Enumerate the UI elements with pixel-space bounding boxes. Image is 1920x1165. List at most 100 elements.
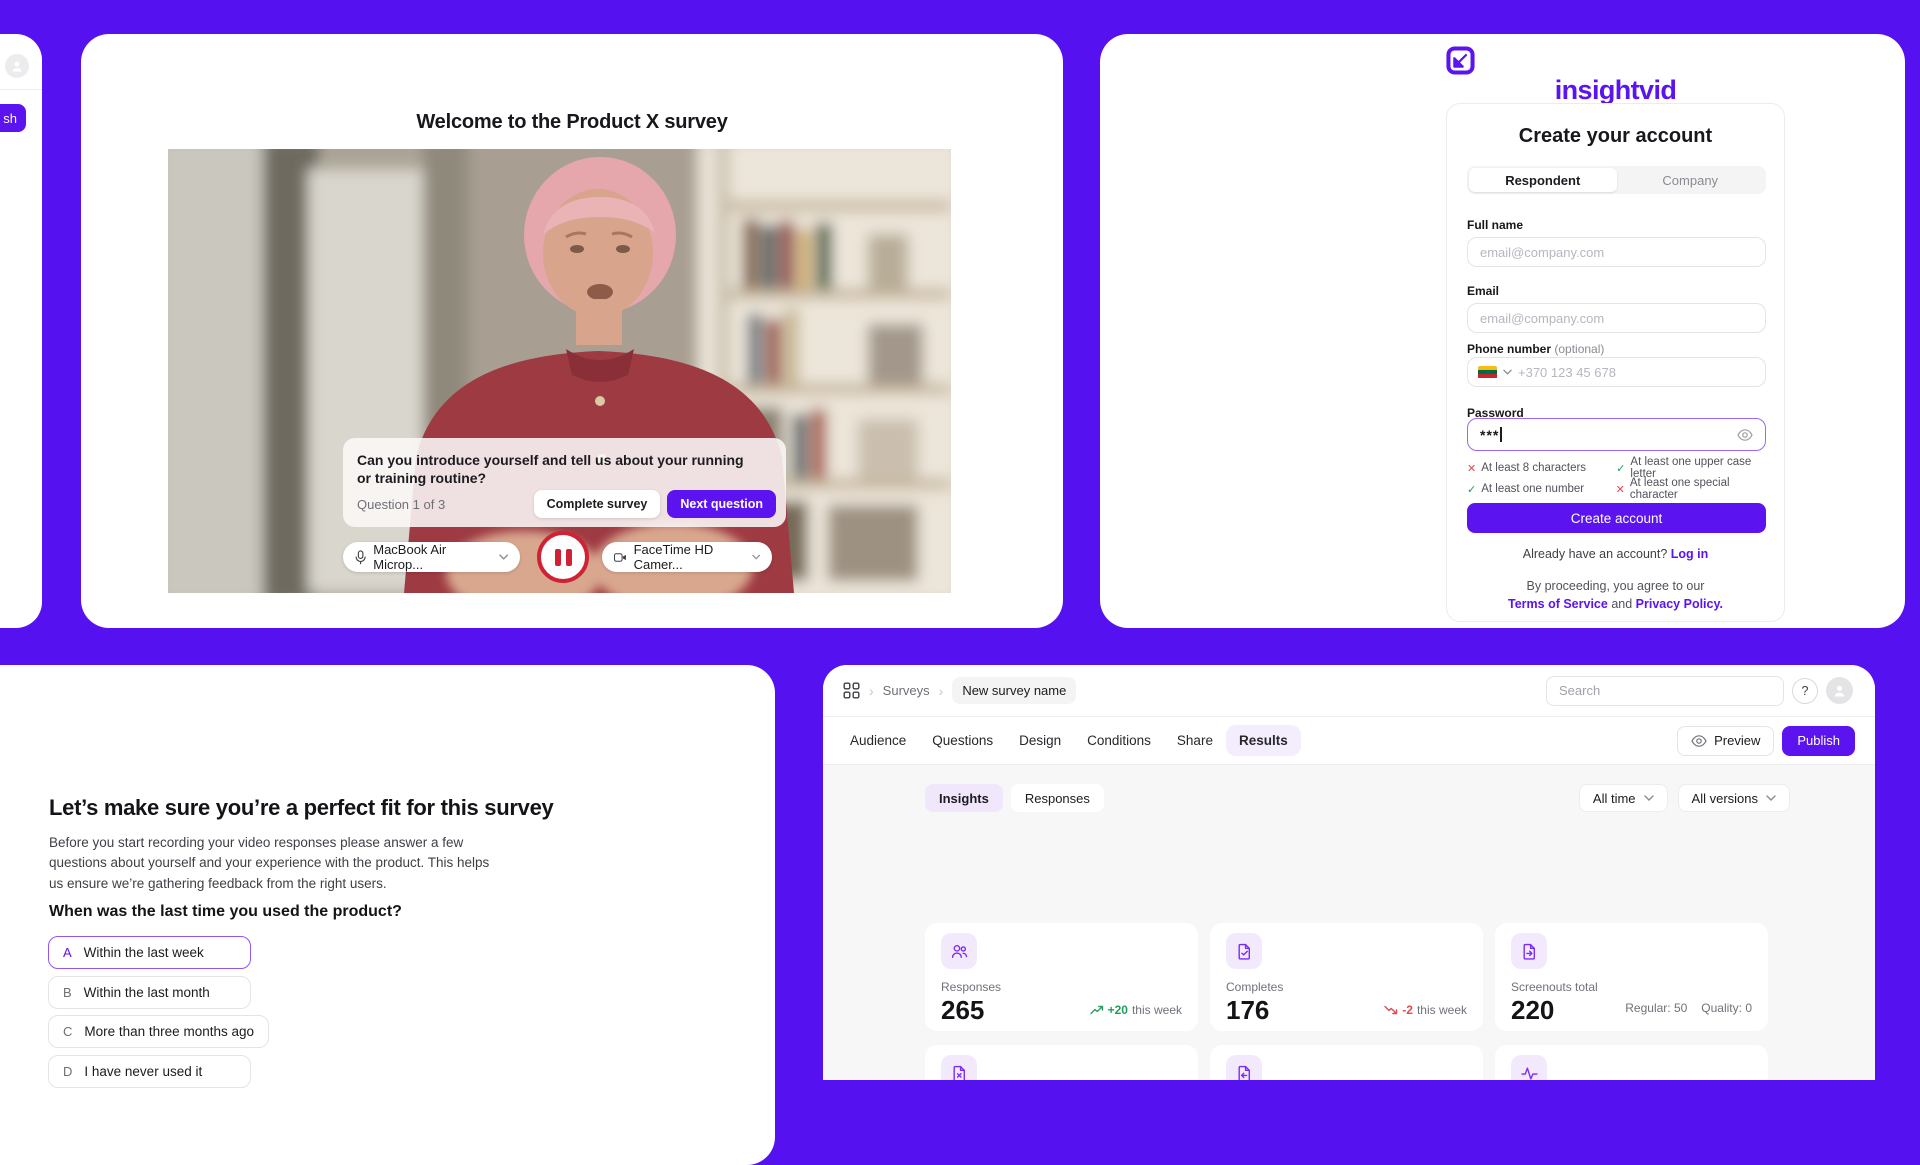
survey-recorder-card: Welcome to the Product X survey bbox=[81, 34, 1063, 628]
login-row: Already have an account? Log in bbox=[1447, 547, 1784, 561]
breadcrumb-surveys[interactable]: Surveys bbox=[883, 683, 930, 698]
tab-questions[interactable]: Questions bbox=[919, 725, 1006, 756]
account-type-switch: Respondent Company bbox=[1467, 166, 1766, 194]
pause-recording-button[interactable] bbox=[537, 531, 589, 583]
stat-label: Responses bbox=[941, 980, 1182, 994]
tab-design[interactable]: Design bbox=[1006, 725, 1074, 756]
pause-icon bbox=[555, 549, 561, 566]
edge-cut-panel: sh bbox=[0, 34, 42, 628]
password-value: *** bbox=[1480, 427, 1499, 443]
chevron-right-icon: › bbox=[869, 683, 874, 699]
show-password-icon[interactable] bbox=[1737, 429, 1753, 441]
trend-up-icon bbox=[1090, 1005, 1104, 1015]
option-label: I have never used it bbox=[84, 1064, 202, 1079]
log-in-link[interactable]: Log in bbox=[1671, 547, 1709, 561]
email-input[interactable] bbox=[1467, 303, 1766, 333]
stat-label: Screenouts total bbox=[1511, 980, 1752, 994]
screener-card: Let’s make sure you’re a perfect fit for… bbox=[0, 665, 775, 1165]
video-preview: Can you introduce yourself and tell us a… bbox=[168, 149, 951, 593]
create-account-button[interactable]: Create account bbox=[1467, 503, 1766, 533]
logo-mark-icon bbox=[1446, 46, 1475, 75]
tab-conditions[interactable]: Conditions bbox=[1074, 725, 1164, 756]
breadcrumb-current[interactable]: New survey name bbox=[952, 677, 1076, 704]
version-filter-dropdown[interactable]: All versions bbox=[1678, 784, 1790, 812]
brand-logo: insightvid bbox=[1446, 46, 1785, 106]
phone-label: Phone number (optional) bbox=[1467, 342, 1604, 356]
option-d[interactable]: D I have never used it bbox=[48, 1055, 251, 1088]
toggle-insights[interactable]: Insights bbox=[925, 784, 1003, 812]
results-dashboard: › Surveys › New survey name ? Audience Q… bbox=[823, 665, 1875, 1080]
avatar[interactable] bbox=[5, 54, 29, 78]
stat-card-responses: Responses 265 +20this week bbox=[925, 923, 1198, 1031]
option-a[interactable]: A Within the last week bbox=[48, 936, 251, 969]
next-question-button[interactable]: Next question bbox=[667, 490, 776, 518]
avatar[interactable] bbox=[1826, 677, 1853, 704]
option-b[interactable]: B Within the last month bbox=[48, 976, 251, 1009]
camera-select[interactable]: FaceTime HD Camer... bbox=[602, 542, 772, 572]
publish-button-partial[interactable]: sh bbox=[0, 104, 26, 132]
stat-card-screenouts: Screenouts total 220 Regular: 50Quality:… bbox=[1495, 923, 1768, 1031]
survey-title: Welcome to the Product X survey bbox=[81, 111, 1063, 134]
chevron-down-icon bbox=[499, 554, 508, 560]
phone-optional-hint: (optional) bbox=[1554, 342, 1604, 356]
check-icon: ✓ bbox=[1616, 462, 1625, 475]
eye-icon bbox=[1691, 735, 1707, 747]
divider bbox=[0, 89, 42, 90]
search-input[interactable] bbox=[1546, 676, 1784, 706]
stat-card-dropouts: Dropouts 176 +5this week bbox=[1210, 1045, 1483, 1080]
tab-audience[interactable]: Audience bbox=[837, 725, 919, 756]
option-label: More than three months ago bbox=[84, 1024, 254, 1039]
tab-company[interactable]: Company bbox=[1617, 168, 1765, 192]
help-button[interactable]: ? bbox=[1792, 678, 1818, 704]
full-name-input[interactable] bbox=[1467, 237, 1766, 267]
terms-of-service-link[interactable]: Terms of Service bbox=[1508, 597, 1608, 611]
pulse-icon bbox=[1521, 1065, 1538, 1081]
question-overlay: Can you introduce yourself and tell us a… bbox=[343, 438, 786, 527]
cross-icon: ✕ bbox=[1467, 462, 1476, 475]
apps-grid-icon[interactable] bbox=[843, 682, 860, 699]
phone-input[interactable]: +370 123 45 678 bbox=[1467, 357, 1766, 387]
publish-button[interactable]: Publish bbox=[1782, 726, 1855, 756]
stat-card-incidence-rate: Incidence rate 78% +2%this week bbox=[1495, 1045, 1768, 1080]
terms-text: By proceeding, you agree to our Terms of… bbox=[1447, 577, 1784, 613]
privacy-policy-link[interactable]: Privacy Policy. bbox=[1636, 597, 1723, 611]
microphone-select[interactable]: MacBook Air Microp... bbox=[343, 542, 520, 572]
option-label: Within the last month bbox=[84, 985, 210, 1000]
screener-heading: Let’s make sure you’re a perfect fit for… bbox=[49, 795, 553, 821]
email-label: Email bbox=[1467, 284, 1499, 298]
screener-description: Before you start recording your video re… bbox=[49, 833, 504, 894]
tab-results[interactable]: Results bbox=[1226, 725, 1301, 756]
file-arrow-out-icon bbox=[1521, 943, 1538, 960]
brand-name: insightvid bbox=[1555, 75, 1677, 105]
option-letter: C bbox=[63, 1024, 72, 1039]
tab-share[interactable]: Share bbox=[1164, 725, 1226, 756]
option-label: Within the last week bbox=[84, 945, 204, 960]
form-heading: Create your account bbox=[1447, 125, 1784, 148]
phone-placeholder: +370 123 45 678 bbox=[1518, 365, 1616, 380]
preview-button[interactable]: Preview bbox=[1677, 726, 1774, 756]
text-caret bbox=[1500, 427, 1502, 442]
time-filter-dropdown[interactable]: All time bbox=[1579, 784, 1668, 812]
chevron-down-icon bbox=[1644, 795, 1654, 801]
tab-respondent[interactable]: Respondent bbox=[1469, 168, 1617, 192]
option-c[interactable]: C More than three months ago bbox=[48, 1015, 269, 1048]
chevron-right-icon: › bbox=[939, 683, 944, 699]
option-letter: B bbox=[63, 985, 72, 1000]
people-icon bbox=[951, 943, 968, 960]
stat-note: Regular: 50Quality: 0 bbox=[1625, 1001, 1752, 1015]
microphone-label: MacBook Air Microp... bbox=[373, 542, 491, 572]
file-x-icon bbox=[951, 1065, 968, 1081]
toggle-responses[interactable]: Responses bbox=[1011, 784, 1104, 812]
pause-icon bbox=[566, 549, 572, 566]
camera-label: FaceTime HD Camer... bbox=[634, 542, 745, 572]
chevron-down-icon bbox=[1766, 795, 1776, 801]
password-input[interactable]: *** bbox=[1467, 418, 1766, 451]
chevron-down-icon bbox=[1503, 369, 1512, 375]
stat-label: Completes bbox=[1226, 980, 1467, 994]
complete-survey-button[interactable]: Complete survey bbox=[534, 490, 661, 518]
chevron-down-icon bbox=[752, 554, 760, 560]
file-check-icon bbox=[1236, 943, 1253, 960]
cross-icon: ✕ bbox=[1616, 483, 1625, 496]
view-toggle: Insights Responses bbox=[925, 784, 1104, 812]
signup-form: Create your account Respondent Company F… bbox=[1446, 103, 1785, 622]
